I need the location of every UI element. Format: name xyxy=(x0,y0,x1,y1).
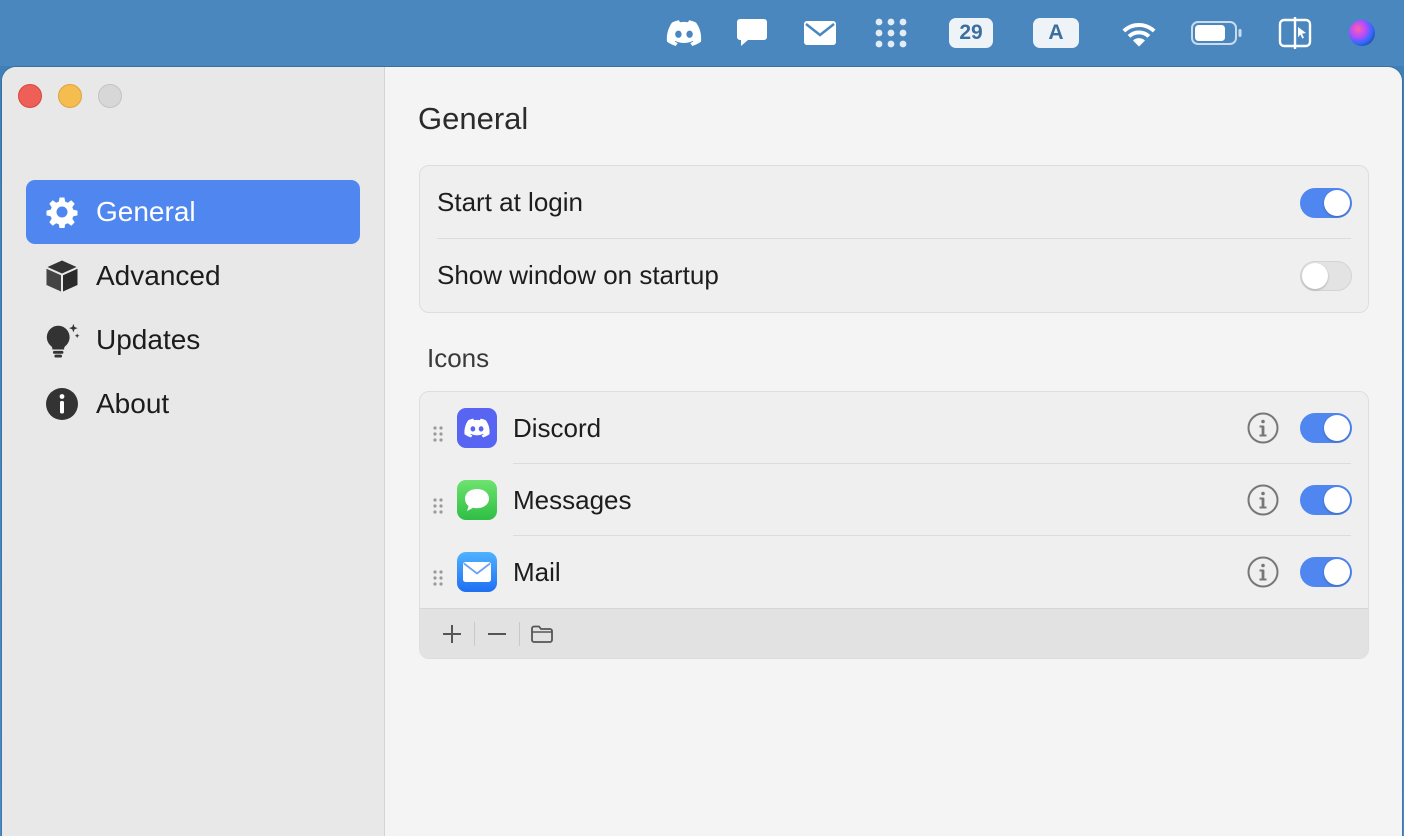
minimize-window-button[interactable] xyxy=(58,84,82,108)
info-icon[interactable] xyxy=(1247,556,1279,595)
info-icon[interactable] xyxy=(1247,484,1279,523)
input-source-text: A xyxy=(1033,18,1079,48)
discord-toggle[interactable] xyxy=(1300,413,1352,443)
setting-row-start-at-login: Start at login xyxy=(420,166,1368,239)
add-button[interactable] xyxy=(430,617,474,651)
lightbulb-sparkle-icon xyxy=(44,322,80,358)
drag-handle-icon[interactable] xyxy=(432,491,444,522)
info-icon[interactable] xyxy=(1247,412,1279,451)
sidebar-item-general[interactable]: General xyxy=(26,180,360,244)
siri-icon[interactable] xyxy=(1347,14,1377,52)
list-toolbar xyxy=(420,608,1368,658)
messages-toggle[interactable] xyxy=(1300,485,1352,515)
menu-bar: 29 A xyxy=(0,0,1404,66)
maximize-window-button[interactable] xyxy=(98,84,122,108)
mail-app-icon xyxy=(457,552,497,592)
sidebar-item-advanced[interactable]: Advanced xyxy=(26,244,360,308)
list-item[interactable]: Messages xyxy=(420,464,1368,536)
close-window-button[interactable] xyxy=(18,84,42,108)
setting-label: Show window on startup xyxy=(437,260,719,290)
input-source-badge[interactable]: A xyxy=(1033,14,1079,52)
sidebar-item-label: General xyxy=(96,196,196,227)
app-name: Messages xyxy=(513,485,632,515)
sidebar-item-label: Advanced xyxy=(96,260,221,291)
battery-icon[interactable] xyxy=(1191,14,1243,52)
app-name: Discord xyxy=(513,413,602,443)
discord-menu-icon[interactable] xyxy=(664,14,704,52)
wifi-icon[interactable] xyxy=(1119,14,1159,52)
show-window-toggle[interactable] xyxy=(1300,260,1352,291)
cube-icon xyxy=(44,258,80,294)
folder-button[interactable] xyxy=(520,617,564,651)
setting-label: Start at login xyxy=(437,187,583,217)
setting-row-show-window: Show window on startup xyxy=(420,239,1368,312)
icons-list: Discord Messages Mail xyxy=(419,391,1369,659)
settings-window: General Advanced Updates About General S… xyxy=(2,67,1402,836)
sidebar-item-label: About xyxy=(96,388,170,419)
app-name: Mail xyxy=(513,557,561,587)
screen-share-icon[interactable] xyxy=(1277,14,1313,52)
sidebar-item-about[interactable]: About xyxy=(26,372,360,436)
gear-icon xyxy=(44,194,80,230)
info-circle-icon xyxy=(44,386,80,422)
calendar-day-text: 29 xyxy=(949,18,993,48)
mail-menu-icon[interactable] xyxy=(802,14,838,52)
sidebar: General Advanced Updates About xyxy=(2,67,385,836)
drag-handle-icon[interactable] xyxy=(432,563,444,594)
messages-app-icon xyxy=(457,480,497,520)
sidebar-item-label: Updates xyxy=(96,324,201,355)
messages-menu-icon[interactable] xyxy=(734,14,770,52)
grid-menu-icon[interactable] xyxy=(872,14,910,52)
main-content: General Start at login Show window on st… xyxy=(386,67,1402,836)
folder-icon xyxy=(531,625,553,643)
icons-section-label: Icons xyxy=(427,343,490,373)
sidebar-item-updates[interactable]: Updates xyxy=(26,308,360,372)
plus-icon xyxy=(443,624,461,643)
remove-button[interactable] xyxy=(475,617,519,651)
minus-icon xyxy=(488,632,506,635)
drag-handle-icon[interactable] xyxy=(432,419,444,450)
calendar-badge[interactable]: 29 xyxy=(949,14,993,52)
general-settings-group: Start at login Show window on startup xyxy=(419,165,1369,313)
page-title: General xyxy=(418,101,529,136)
list-item[interactable]: Mail xyxy=(420,536,1368,608)
start-at-login-toggle[interactable] xyxy=(1300,187,1352,218)
discord-app-icon xyxy=(457,408,497,448)
mail-toggle[interactable] xyxy=(1300,557,1352,587)
list-item[interactable]: Discord xyxy=(420,392,1368,464)
